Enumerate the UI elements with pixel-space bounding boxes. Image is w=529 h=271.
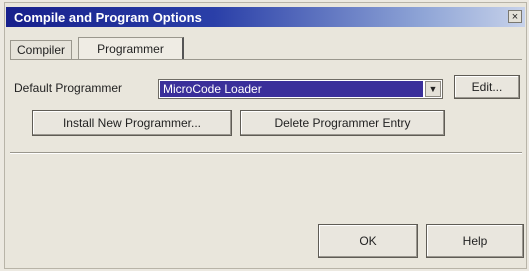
title-bar[interactable]: Compile and Program Options × xyxy=(6,7,525,27)
programmer-tab-panel xyxy=(10,59,522,153)
chevron-down-icon[interactable]: ▼ xyxy=(425,81,441,97)
window-title: Compile and Program Options xyxy=(14,10,202,25)
default-programmer-dropdown[interactable]: MicroCode Loader ▼ xyxy=(158,79,443,99)
close-button[interactable]: × xyxy=(508,10,522,23)
ok-button[interactable]: OK xyxy=(318,224,418,258)
divider xyxy=(10,152,522,154)
install-new-programmer-button[interactable]: Install New Programmer... xyxy=(32,110,232,136)
help-button[interactable]: Help xyxy=(426,224,524,258)
delete-programmer-entry-button[interactable]: Delete Programmer Entry xyxy=(240,110,445,136)
close-icon: × xyxy=(511,11,519,23)
tab-compiler[interactable]: Compiler xyxy=(10,40,72,60)
default-programmer-label: Default Programmer xyxy=(14,81,123,95)
tab-programmer[interactable]: Programmer xyxy=(78,37,184,60)
dropdown-selected-value: MicroCode Loader xyxy=(160,81,423,97)
edit-button[interactable]: Edit... xyxy=(454,75,520,99)
